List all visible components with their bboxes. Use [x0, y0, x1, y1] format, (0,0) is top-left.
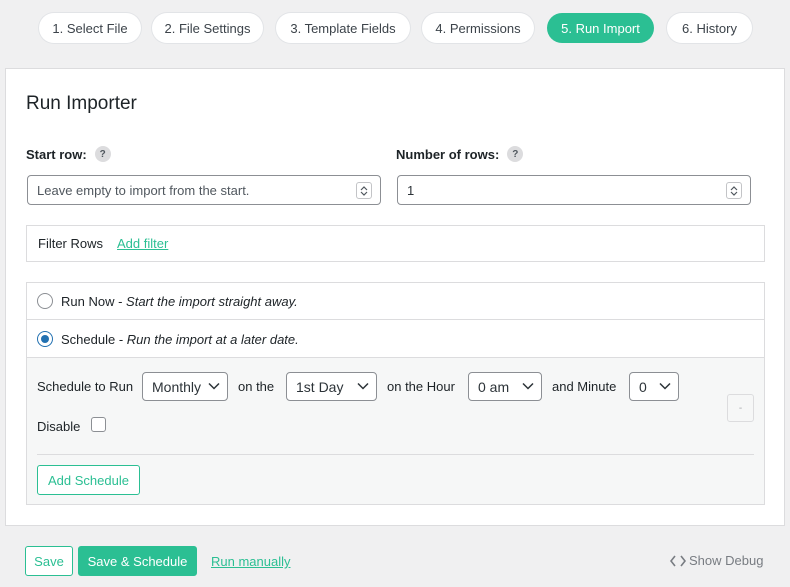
chevron-down-icon — [522, 382, 534, 390]
help-icon[interactable]: ? — [94, 146, 111, 162]
run-now-description: Start the import straight away. — [126, 293, 298, 309]
page-title: Run Importer — [26, 93, 137, 114]
and-minute-label: and Minute — [552, 379, 617, 394]
divider — [37, 454, 754, 455]
run-importer-card: Run Importer Start row: ? Leave empty to… — [5, 68, 785, 526]
day-select[interactable]: 1st Day — [286, 372, 377, 401]
schedule-description: Run the import at a later date. — [126, 331, 299, 347]
add-schedule-button[interactable]: Add Schedule — [37, 465, 140, 495]
run-manually-link[interactable]: Run manually — [211, 554, 291, 569]
filter-rows-box: Filter Rows Add filter — [26, 225, 765, 262]
hour-select[interactable]: 0 am — [468, 372, 542, 401]
code-icon — [670, 555, 686, 566]
chevron-down-icon — [357, 382, 369, 390]
tab-run-import[interactable]: 5. Run Import — [547, 13, 654, 43]
tab-history[interactable]: 6. History — [667, 13, 752, 43]
tab-select-file[interactable]: 1. Select File — [39, 13, 141, 43]
disable-label: Disable — [37, 419, 81, 434]
chevron-down-icon — [208, 382, 220, 390]
run-now-radio[interactable] — [37, 293, 53, 309]
schedule-label: Schedule — [61, 331, 116, 347]
on-the-label: on the — [238, 379, 275, 394]
save-button[interactable]: Save — [25, 546, 73, 576]
minute-select[interactable]: 0 — [629, 372, 679, 401]
spinner-icon[interactable] — [356, 182, 372, 199]
schedule-radio[interactable] — [37, 331, 53, 347]
run-now-option[interactable]: Run Now - Start the import straight away… — [27, 283, 764, 320]
disable-checkbox[interactable] — [91, 417, 106, 432]
schedule-option[interactable]: Schedule - Run the import at a later dat… — [27, 321, 764, 358]
help-icon[interactable]: ? — [507, 146, 524, 162]
remove-schedule-button[interactable]: - — [727, 394, 754, 422]
on-the-hour-label: on the Hour — [387, 379, 455, 394]
start-row-input[interactable]: Leave empty to import from the start. — [27, 175, 381, 205]
show-debug-toggle[interactable]: Show Debug — [670, 553, 763, 568]
frequency-select[interactable]: Monthly — [142, 372, 228, 401]
number-of-rows-label: Number of rows: ? — [396, 146, 524, 162]
tab-template-fields[interactable]: 3. Template Fields — [276, 13, 410, 43]
save-and-schedule-button[interactable]: Save & Schedule — [78, 546, 197, 576]
chevron-down-icon — [659, 382, 671, 390]
show-debug-label: Show Debug — [689, 553, 764, 568]
schedule-panel: Schedule to Run Monthly on the 1st Day o… — [27, 358, 764, 504]
run-options-box: Run Now - Start the import straight away… — [26, 282, 765, 505]
run-now-label: Run Now — [61, 293, 115, 309]
start-row-label: Start row: ? — [26, 146, 111, 162]
spinner-icon[interactable] — [726, 182, 742, 199]
number-of-rows-input[interactable]: 1 — [397, 175, 751, 205]
add-filter-link[interactable]: Add filter — [117, 236, 168, 251]
schedule-to-run-label: Schedule to Run — [37, 379, 134, 394]
filter-rows-label: Filter Rows — [38, 236, 104, 251]
step-tabs: 1. Select File 2. File Settings 3. Templ… — [0, 13, 790, 43]
tab-file-settings[interactable]: 2. File Settings — [152, 13, 263, 43]
tab-permissions[interactable]: 4. Permissions — [422, 13, 534, 43]
